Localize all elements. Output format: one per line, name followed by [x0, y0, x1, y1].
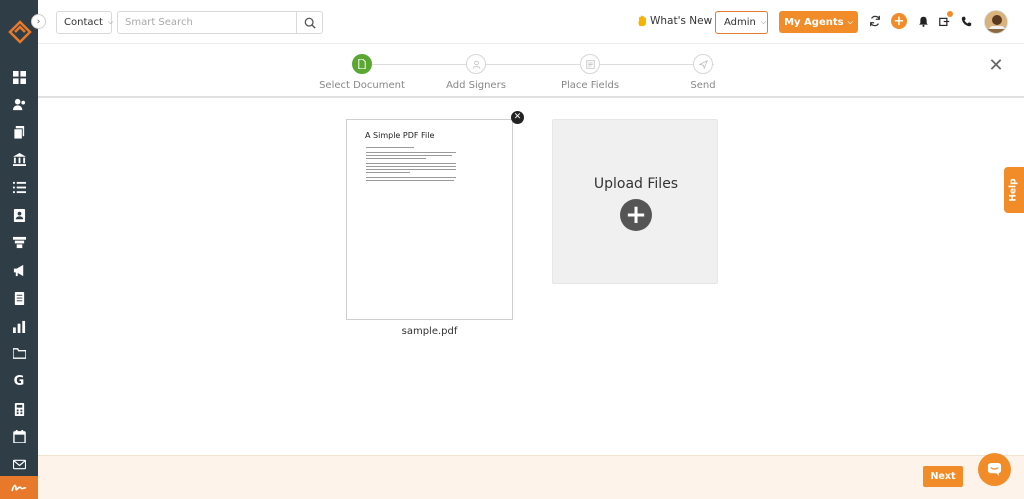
- step-label: Add Signers: [446, 80, 506, 91]
- help-tab[interactable]: Help: [1004, 167, 1024, 213]
- send-icon: [693, 54, 713, 74]
- document-preview-title: A Simple PDF File: [365, 131, 435, 140]
- fields-icon: [580, 54, 600, 74]
- preview-text-line: [366, 166, 456, 168]
- bell-icon[interactable]: [916, 14, 930, 28]
- step-select-document[interactable]: Select Document: [312, 54, 412, 91]
- preview-text-line: [366, 147, 414, 149]
- sidebar-collapse-button[interactable]: ›: [31, 14, 46, 29]
- step-label: Send: [690, 80, 716, 91]
- logo-icon[interactable]: [8, 20, 32, 44]
- document-icon: [352, 54, 372, 74]
- phone-icon[interactable]: [959, 14, 973, 28]
- task-icon[interactable]: [937, 11, 953, 28]
- preview-text-line: [366, 163, 456, 165]
- signature-icon[interactable]: [0, 476, 38, 499]
- footer-bar: Next: [38, 455, 1024, 499]
- add-new-button[interactable]: +: [891, 13, 907, 29]
- calculator-icon[interactable]: [11, 401, 27, 417]
- folder-icon[interactable]: [11, 345, 27, 361]
- admin-select[interactable]: Admin ⌵: [715, 11, 768, 34]
- list-icon[interactable]: [11, 179, 27, 195]
- calendar-icon[interactable]: [11, 428, 27, 444]
- chevron-down-icon: ⌵: [107, 18, 114, 26]
- funnel-icon[interactable]: [11, 234, 27, 250]
- user-icon: [466, 54, 486, 74]
- refresh-icon[interactable]: [868, 14, 882, 28]
- step-place-fields[interactable]: Place Fields: [540, 54, 640, 91]
- stepper: Select Document Add Signers Place Fields…: [38, 44, 1024, 98]
- chart-icon[interactable]: [11, 318, 27, 334]
- sidebar: G: [0, 0, 38, 499]
- smart-search-input[interactable]: [117, 11, 297, 34]
- next-button[interactable]: Next: [923, 466, 963, 487]
- preview-text-line: [366, 158, 426, 160]
- preview-text-line: [366, 155, 452, 157]
- preview-text-line: [366, 152, 456, 154]
- preview-text-line: [366, 172, 410, 174]
- search-icon: [304, 17, 316, 29]
- profile-card-icon[interactable]: [11, 207, 27, 223]
- contacts-icon[interactable]: [11, 96, 27, 112]
- remove-document-button[interactable]: ✕: [511, 111, 524, 124]
- preview-text-line: [366, 180, 454, 182]
- preview-text-line: [366, 177, 456, 179]
- step-add-signers[interactable]: Add Signers: [426, 54, 526, 91]
- chevron-down-icon: ⌵: [760, 18, 767, 26]
- upload-files-label: Upload Files: [593, 176, 679, 192]
- mail-icon[interactable]: [11, 456, 27, 472]
- bank-icon[interactable]: [11, 151, 27, 167]
- close-icon[interactable]: ✕: [988, 57, 1004, 75]
- contact-select-label: Contact: [64, 17, 103, 28]
- plus-icon: +: [620, 199, 652, 231]
- preview-text-line: [366, 169, 456, 171]
- chat-icon[interactable]: [978, 453, 1011, 486]
- admin-select-label: Admin: [724, 17, 756, 28]
- help-label: Help: [1009, 178, 1020, 202]
- dashboard-icon[interactable]: [11, 69, 27, 85]
- my-agents-label: My Agents: [784, 16, 844, 28]
- google-icon[interactable]: G: [11, 373, 27, 389]
- top-header: Contact ⌵ What's New Admin ⌵ My Agents ⌵…: [38, 0, 1024, 44]
- whats-new-link[interactable]: What's New: [637, 15, 712, 27]
- notification-dot: [947, 11, 953, 17]
- avatar[interactable]: [984, 10, 1008, 34]
- megaphone-icon[interactable]: [11, 262, 27, 278]
- upload-files-dropzone[interactable]: Upload Files +: [552, 119, 718, 284]
- hand-icon: [638, 15, 646, 27]
- documents-icon[interactable]: [11, 124, 27, 140]
- contact-type-select[interactable]: Contact ⌵: [56, 11, 114, 34]
- whats-new-label: What's New: [650, 15, 713, 27]
- document-file-name: sample.pdf: [401, 326, 458, 337]
- step-send[interactable]: Send: [653, 54, 753, 91]
- chevron-down-icon: ⌵: [847, 17, 853, 26]
- step-label: Place Fields: [560, 80, 620, 91]
- my-agents-button[interactable]: My Agents ⌵: [779, 11, 858, 33]
- step-label: Select Document: [319, 80, 405, 91]
- document-preview[interactable]: A Simple PDF File: [346, 119, 513, 320]
- search-button[interactable]: [296, 11, 323, 34]
- notes-icon[interactable]: [11, 290, 27, 306]
